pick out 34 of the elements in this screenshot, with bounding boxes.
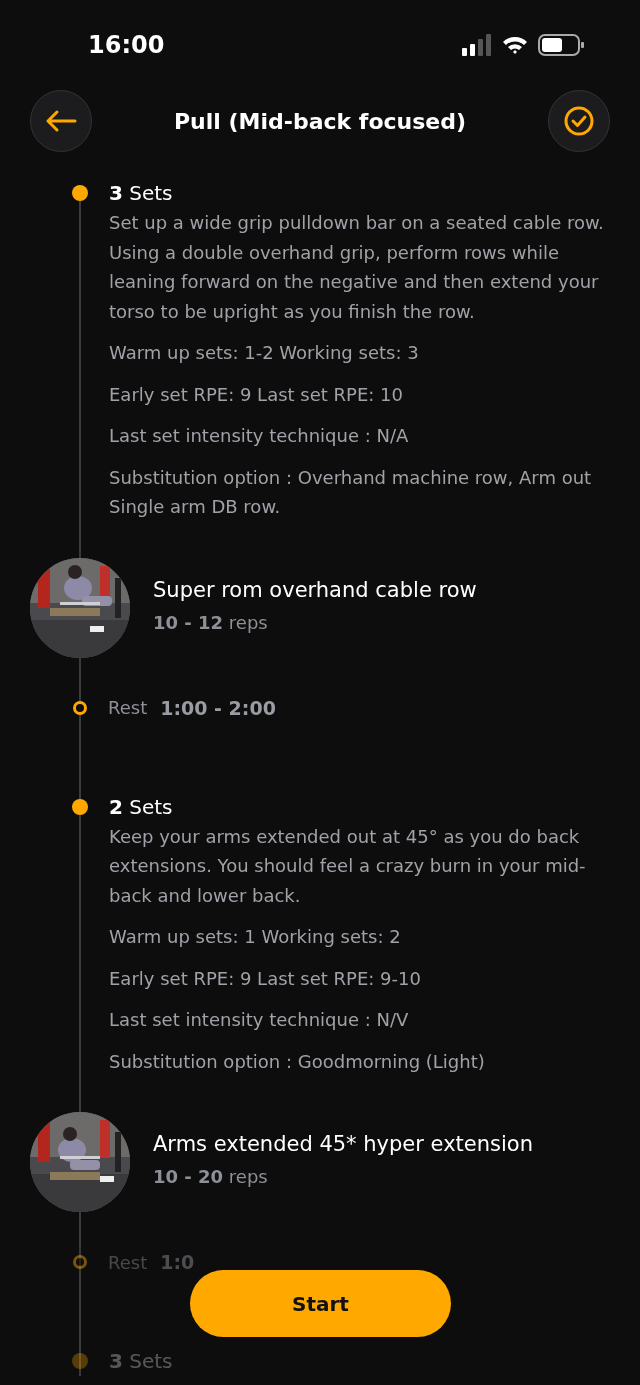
- exercise-note: Keep your arms extended out at 45° as you do back extensions. You should feel a crazy burn in your mid-back and lower back.: [109, 824, 587, 908]
- reps-range: 10 - 20 reps: [153, 1166, 269, 1187]
- sets-count: 2 Sets: [109, 793, 174, 821]
- wifi-icon: [502, 35, 528, 55]
- sets-count: 3 Sets: [109, 180, 174, 207]
- start-button[interactable]: Start: [190, 1270, 451, 1337]
- exercise-name[interactable]: Arms extended 45* hyper extension: [153, 1132, 533, 1156]
- status-time: 16:00: [88, 31, 165, 59]
- check-circle-icon: [564, 106, 594, 136]
- exercise-note: Substitution option : Overhand machine row, Arm out Single arm DB row.: [109, 465, 593, 519]
- workout-title: Pull (Mid-back focused): [174, 108, 466, 134]
- exercise-note: Early set RPE: 9 Last set RPE: 9-10: [109, 966, 422, 991]
- timeline-dot: [72, 1353, 88, 1369]
- exercise-name[interactable]: Super rom overhand cable row: [153, 577, 477, 602]
- rest-label: Rest: [108, 1251, 148, 1273]
- exercise-note: Warm up sets: 1-2 Working sets: 3: [109, 341, 420, 365]
- exercise-note: Last set intensity technique : N/A: [109, 424, 410, 448]
- exercise-note: Substitution option : Goodmorning (Light): [109, 1049, 486, 1074]
- rest-time: 1:0: [160, 1251, 195, 1273]
- sets-count: 3 Sets: [109, 1348, 174, 1375]
- back-arrow-icon: [45, 109, 77, 133]
- timeline-dot: [72, 185, 88, 201]
- signal-icon: [462, 34, 492, 56]
- battery-icon: [538, 34, 584, 56]
- exercise-note: Set up a wide grip pulldown bar on a seated cable row. Using a double overhand grip, perform rows while leaning forward on the negative and then extend your torso to be upright as you finish the row.: [109, 211, 605, 324]
- rest-ring-icon: [73, 700, 87, 715]
- timeline-dot: [72, 798, 88, 815]
- exercise-note: Warm up sets: 1 Working sets: 2: [109, 925, 402, 949]
- rest-ring-icon: [73, 1255, 87, 1269]
- rest-label: Rest: [108, 697, 148, 718]
- rest-time: 1:00 - 2:00: [160, 696, 276, 719]
- reps-range: 10 - 12 reps: [153, 611, 269, 633]
- exercise-note: Last set intensity technique : N/V: [109, 1008, 410, 1032]
- exercise-note: Early set RPE: 9 Last set RPE: 10: [109, 382, 404, 407]
